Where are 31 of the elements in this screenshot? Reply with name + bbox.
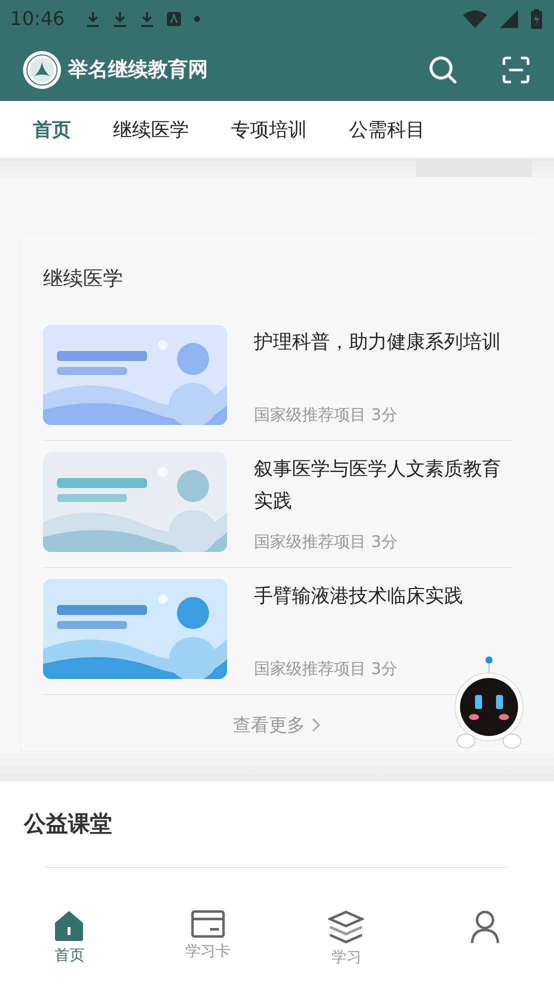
wifi-icon	[463, 10, 487, 28]
tab[interactable]: 专项培训	[220, 110, 318, 148]
tab[interactable]: 首页	[22, 110, 82, 148]
card-icon	[190, 910, 225, 938]
layers-icon	[328, 910, 364, 944]
course-title[interactable]: 护理科普，助力健康系列培训	[254, 326, 501, 358]
card-title: 继续医学	[43, 265, 124, 292]
battery-icon	[531, 9, 542, 29]
robot-assistant-icon[interactable]	[454, 655, 524, 749]
dropdown-field[interactable]	[416, 158, 532, 177]
site-name: 举名继续教育网	[68, 56, 208, 83]
person-icon	[470, 910, 500, 944]
notification-icon	[166, 12, 181, 26]
home-icon	[53, 910, 86, 942]
course-credit: 国家级推荐项目 3分	[254, 532, 398, 553]
course-credit: 国家级推荐项目 3分	[254, 405, 398, 426]
course-credit: 国家级推荐项目 3分	[254, 659, 398, 680]
download-icon	[86, 11, 100, 27]
section-title: 公益课堂	[24, 811, 113, 839]
download-icon	[112, 11, 127, 27]
chevron-right-icon	[311, 717, 321, 733]
nav-item[interactable]: 首页	[0, 902, 138, 984]
download-icon	[140, 11, 154, 27]
signal-icon	[500, 10, 518, 28]
dot-icon	[194, 16, 200, 22]
course-title[interactable]: 手臂输液港技术临床实践	[254, 580, 463, 612]
logo-icon	[22, 50, 62, 90]
status-time: 10:46	[10, 8, 65, 30]
tab[interactable]: 继续医学	[102, 110, 200, 148]
course-title[interactable]: 叙事医学与医学人文素质教育实践	[254, 453, 505, 517]
tab[interactable]: 公需科目	[338, 110, 436, 148]
